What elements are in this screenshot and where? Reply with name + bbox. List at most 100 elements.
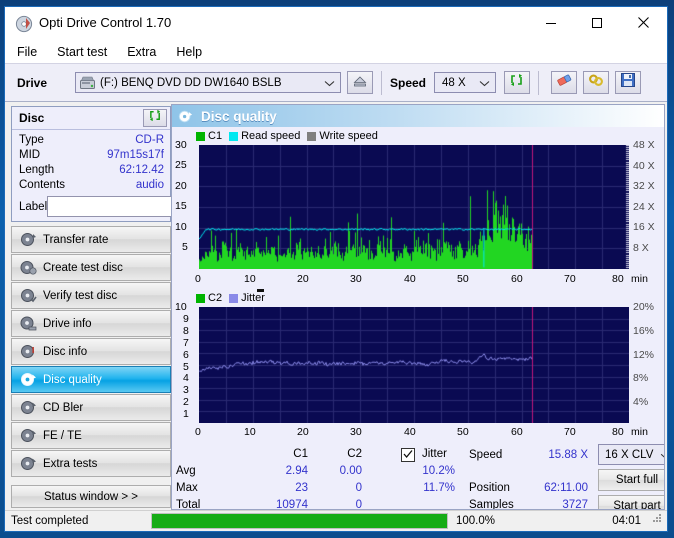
sidebar-item-create-test-disc[interactable]: Create test disc	[11, 254, 171, 281]
c1-y2tick-16x: 16 X	[633, 221, 655, 233]
c2-y2tick-4pct: 4%	[633, 396, 649, 408]
c2-ytick-9: 9	[183, 313, 189, 325]
legend-label-jitter: Jitter	[241, 292, 265, 304]
drive-select[interactable]: (F:) BENQ DVD DD DW1640 BSLB	[75, 72, 341, 93]
status-window-button[interactable]: Status window > >	[11, 485, 171, 508]
sidebar-item-verify-test-disc[interactable]: Verify test disc	[11, 282, 171, 309]
start-full-label: Start full	[615, 474, 659, 486]
refresh-button[interactable]	[504, 71, 531, 94]
menu-item-help[interactable]: Help	[174, 44, 204, 60]
disc-quality-icon	[20, 371, 37, 388]
disc-refresh-button[interactable]	[143, 109, 167, 127]
menu-item-file[interactable]: File	[15, 44, 39, 60]
write-speed-select[interactable]: 16 X CLV	[598, 444, 664, 465]
c2-xtick-40: 40	[404, 426, 416, 438]
resize-grip-icon[interactable]	[651, 511, 663, 529]
disc-verify-icon	[20, 287, 37, 304]
c1-y2tick-24x: 24 X	[633, 201, 655, 213]
c1-xtick-20: 20	[297, 273, 309, 285]
erase-button[interactable]	[551, 71, 578, 94]
sidebar-item-label: Disc quality	[43, 373, 102, 386]
disc-row-key: MID	[19, 149, 41, 161]
c2-y2tick-16pct: 16%	[633, 325, 655, 337]
refresh-icon	[148, 109, 163, 127]
c2-ytick-6: 6	[183, 349, 189, 361]
start-part-button[interactable]: Start part	[598, 495, 664, 509]
c2-jitter-chart[interactable]: 10 9 8 7 6 5 4 3 2 1 20% 16% 12% 8% 4% 0…	[172, 301, 664, 443]
toolbar-separator-2	[538, 70, 540, 95]
disc-extra-icon	[20, 455, 37, 472]
c2-xlabel: min	[631, 426, 648, 438]
sidebar-item-cd-bler[interactable]: CD Bler	[11, 394, 171, 421]
eraser-icon	[556, 73, 573, 92]
link-button[interactable]	[583, 71, 610, 94]
status-bar: Test completed 100.0% 04:01	[5, 510, 667, 531]
menu-item-start-test[interactable]: Start test	[55, 44, 109, 60]
c1-y2tick-48x: 48 X	[633, 139, 655, 151]
maximize-button[interactable]	[574, 7, 620, 38]
sidebar-item-transfer-rate[interactable]: Transfer rate	[11, 226, 171, 253]
c2-ytick-1: 1	[183, 408, 189, 420]
disc-row-key: Type	[19, 134, 44, 146]
main-body: Disc Type CD-R MID 97m15s17f Length 62:1…	[5, 102, 667, 510]
c1-xtick-80: 80	[612, 273, 624, 285]
c2-xtick-30: 30	[350, 426, 362, 438]
toolbar: Drive (F:) BENQ DVD DD DW1640 BSLB Speed…	[5, 63, 667, 102]
panel-header: Disc quality	[172, 105, 664, 127]
legend-label-c1: C1	[208, 130, 223, 142]
jitter-label: Jitter	[422, 448, 447, 460]
minimize-button[interactable]	[528, 7, 574, 38]
speed-select[interactable]: 48 X	[434, 72, 497, 93]
c1-xtick-50: 50	[457, 273, 469, 285]
stats-c2-avg: 0.00	[339, 465, 362, 477]
disc-row-value: 62:12.42	[119, 164, 164, 176]
stats-c1-total: 10974	[276, 499, 308, 510]
c1-chart-legend: C1 Read speed Write speed	[172, 129, 664, 143]
sidebar-item-fe-te[interactable]: FE / TE	[11, 422, 171, 449]
sidebar-item-label: CD Bler	[43, 401, 84, 414]
c2-ytick-7: 7	[183, 337, 189, 349]
stats-row-avg: Avg	[176, 465, 196, 477]
c2-y2tick-12pct: 12%	[633, 349, 655, 361]
sidebar-item-label: Transfer rate	[43, 233, 109, 246]
start-full-button[interactable]: Start full	[598, 469, 664, 491]
sidebar-item-drive-info[interactable]: Drive info	[11, 310, 171, 337]
jitter-checkbox[interactable]	[401, 448, 415, 462]
c1-xtick-10: 10	[244, 273, 256, 285]
disc-row-contents: Contents audio	[19, 178, 164, 193]
disc-row-type: Type CD-R	[19, 133, 164, 148]
stats-c1-max: 23	[295, 482, 308, 494]
close-button[interactable]	[620, 7, 666, 38]
sidebar-item-disc-info[interactable]: Disc info	[11, 338, 171, 365]
save-icon	[621, 73, 636, 92]
save-button[interactable]	[615, 71, 642, 94]
c1-y2tick-8x: 8 X	[633, 242, 649, 254]
drive-value: (F:) BENQ DVD DD DW1640 BSLB	[100, 76, 282, 89]
c1-xtick-40: 40	[404, 273, 416, 285]
disc-drive-icon	[20, 315, 37, 332]
c2-ytick-10: 10	[175, 301, 187, 313]
speed-label: Speed	[390, 75, 427, 90]
eject-button[interactable]	[347, 71, 373, 94]
sidebar-item-label: Verify test disc	[43, 289, 118, 302]
c1-chart[interactable]: 30 25 20 15 10 5 48 X 40 X 32 X 24 X 16 …	[172, 139, 664, 289]
c1-xtick-70: 70	[564, 273, 576, 285]
progress-bar-fill	[152, 514, 447, 528]
stats-c2-total: 0	[355, 499, 362, 510]
c2-xtick-20: 20	[297, 426, 309, 438]
stats-row-max: Max	[176, 482, 198, 494]
sidebar-item-label: Disc info	[43, 345, 88, 358]
c2-ytick-2: 2	[183, 396, 189, 408]
sidebar-item-extra-tests[interactable]: Extra tests	[11, 450, 171, 477]
disc-transfer-icon	[20, 231, 37, 248]
disc-info-icon	[20, 343, 37, 360]
chevron-down-icon	[479, 78, 490, 90]
drive-icon	[80, 76, 95, 90]
c1-xtick-0: 0	[195, 273, 201, 285]
sidebar-item-disc-quality[interactable]: Disc quality	[11, 366, 171, 393]
menu-item-extra[interactable]: Extra	[125, 44, 158, 60]
c1-xtick-30: 30	[350, 273, 362, 285]
panel-title: Disc quality	[201, 108, 277, 124]
c1-y2tick-40x: 40 X	[633, 160, 655, 172]
legend-label-read-speed: Read speed	[241, 130, 301, 142]
